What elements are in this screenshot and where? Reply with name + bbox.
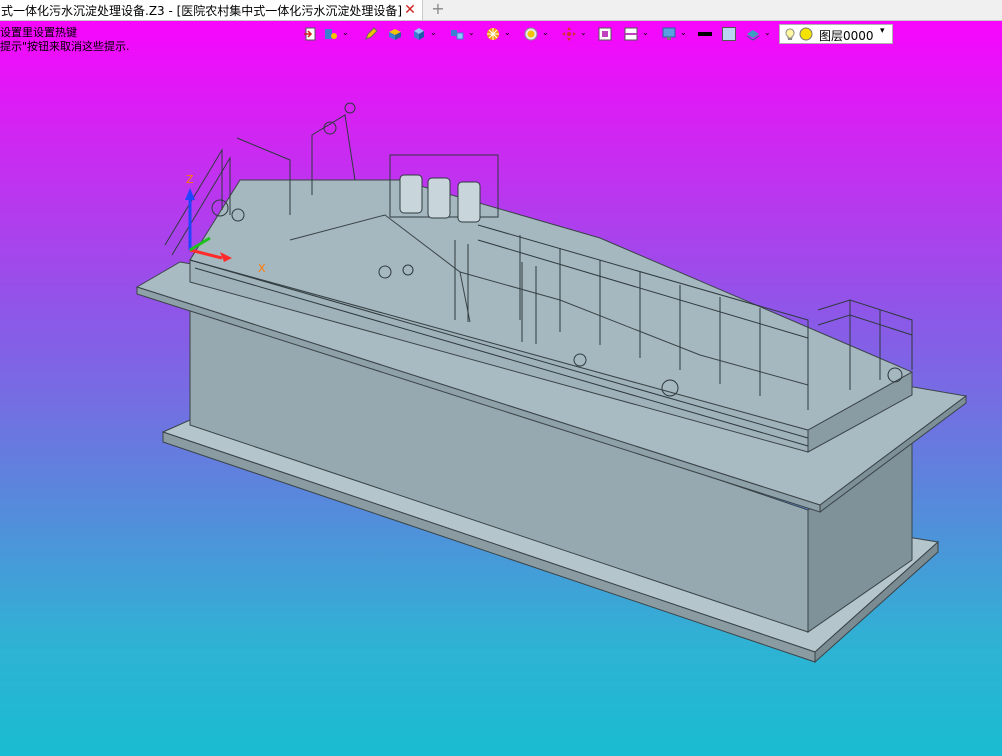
chevron-down-icon[interactable]: ⌄ [580, 28, 587, 37]
chevron-down-icon[interactable]: ⌄ [468, 28, 475, 37]
target-icon [524, 27, 538, 41]
zoom-button[interactable]: ⌄ [522, 24, 552, 44]
insert-button[interactable] [300, 24, 320, 44]
close-icon[interactable]: ✕ [402, 1, 418, 19]
hint-line-1: 设置里设置热键 [0, 26, 77, 39]
screen-icon [624, 27, 638, 41]
component-icon [451, 30, 464, 40]
chevron-down-icon[interactable]: ⌄ [542, 28, 549, 37]
wheel-icon [487, 28, 499, 40]
layer-state-icons [785, 27, 813, 41]
solid-button[interactable]: ⌄ [410, 24, 440, 44]
sketch-button[interactable] [362, 24, 380, 44]
display-icon [662, 27, 676, 40]
box-icon [389, 29, 401, 40]
chevron-down-icon[interactable]: ⌄ [680, 28, 687, 37]
layer-selector[interactable]: 图层0000 ▾ [779, 24, 893, 44]
component-button[interactable]: ⌄ [448, 24, 478, 44]
new-tab-icon[interactable]: + [430, 0, 446, 20]
material-icon [746, 30, 760, 41]
z-axis-label: Z [186, 173, 194, 186]
chevron-down-icon[interactable]: ⌄ [642, 28, 649, 37]
section-button[interactable]: ⌄ [622, 24, 652, 44]
document-tab[interactable]: 式一体化污水沉淀处理设备.Z3 - [医院农村集中式一体化污水沉淀处理设备] ✕ [0, 0, 423, 20]
display-button[interactable]: ⌄ [660, 24, 690, 44]
chevron-down-icon[interactable]: ⌄ [504, 28, 511, 37]
frame-icon [598, 27, 612, 41]
bulb-icon [785, 28, 795, 39]
line-color-icon [698, 32, 712, 36]
tank-model[interactable]: Z X [0, 0, 1002, 756]
pencil-icon [365, 27, 378, 40]
chevron-down-icon[interactable]: ⌄ [342, 28, 349, 37]
insert-icon [304, 27, 316, 41]
render-mode-button[interactable]: ⌄ [484, 24, 514, 44]
chevron-down-icon[interactable]: ⌄ [430, 28, 437, 37]
x-axis-label: X [258, 262, 266, 275]
layer-selector-value: 图层0000 [819, 29, 874, 43]
fill-color-button[interactable] [720, 24, 738, 44]
cube-icon [414, 28, 424, 40]
attach-button[interactable]: ⌄ [322, 24, 352, 44]
box-button[interactable] [386, 24, 404, 44]
viewport-hints: 设置里设置热键 提示"按钮来取消这些提示. [0, 26, 130, 54]
material-button[interactable]: ⌄ [744, 24, 774, 44]
line-color-button[interactable] [696, 24, 714, 44]
fill-color-icon [722, 27, 736, 41]
hint-line-2: 提示"按钮来取消这些提示. [0, 40, 130, 53]
pan-button[interactable]: ⌄ [560, 24, 590, 44]
document-tab-title: 式一体化污水沉淀处理设备.Z3 - [医院农村集中式一体化污水沉淀处理设备] [1, 3, 402, 18]
chevron-down-icon[interactable]: ⌄ [764, 28, 771, 37]
fit-view-button[interactable] [596, 24, 616, 44]
move-icon [562, 27, 576, 41]
chevron-down-icon[interactable]: ▾ [880, 26, 885, 36]
layer-color-icon [799, 27, 813, 41]
document-tab-bar: 式一体化污水沉淀处理设备.Z3 - [医院农村集中式一体化污水沉淀处理设备] ✕… [0, 0, 1002, 21]
attach-icon [325, 29, 337, 39]
